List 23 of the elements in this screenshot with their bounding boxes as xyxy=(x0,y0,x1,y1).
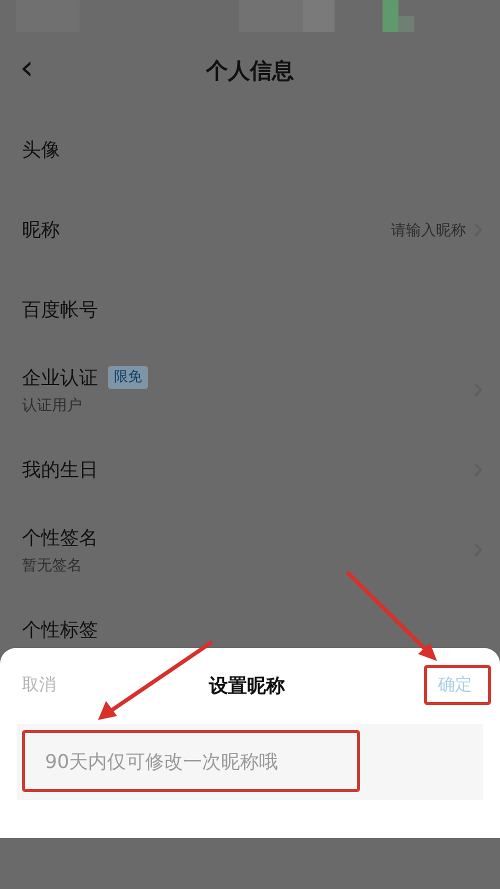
settings-row[interactable]: 个性签名 暂无签名 xyxy=(0,510,500,590)
row-label: 企业认证 xyxy=(22,366,98,390)
row-subtitle: 暂无签名 xyxy=(22,555,83,576)
nickname-input-field[interactable]: 90天内仅可修改一次昵称哦 xyxy=(17,724,483,800)
settings-row[interactable]: 百度帐号 xyxy=(0,270,500,350)
back-button[interactable]: ‹ xyxy=(20,50,34,86)
page-title: 个人信息 xyxy=(206,58,294,86)
settings-row[interactable]: 昵称 请输入昵称 xyxy=(0,190,500,270)
row-value: 请输入昵称 xyxy=(391,220,466,241)
settings-row[interactable]: 头像 xyxy=(0,110,500,190)
row-label: 个性标签 xyxy=(22,618,98,643)
sheet-title: 设置昵称 xyxy=(209,674,285,699)
highlight-frame xyxy=(424,665,491,705)
row-label: 头像 xyxy=(22,138,60,163)
row-label: 个性签名 xyxy=(22,526,98,550)
row-subtitle: 认证用户 xyxy=(22,395,83,416)
settings-row[interactable]: 我的生日 xyxy=(0,430,500,510)
free-badge: 限免 xyxy=(108,366,148,390)
cancel-button[interactable]: 取消 xyxy=(22,673,56,699)
settings-row[interactable]: 企业认证 限免 认证用户 xyxy=(0,350,500,430)
row-label: 昵称 xyxy=(22,218,60,243)
row-label: 我的生日 xyxy=(22,458,98,483)
row-label: 百度帐号 xyxy=(22,298,98,323)
